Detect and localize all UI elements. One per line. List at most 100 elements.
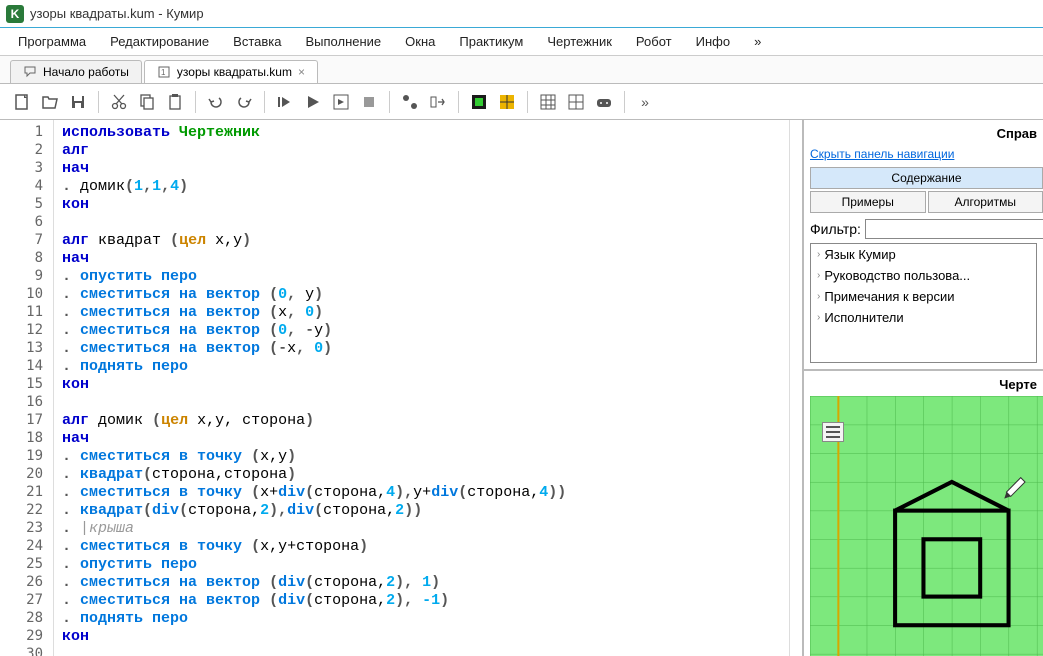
code-line[interactable]: . сместиться на вектор (-x, 0) xyxy=(62,340,789,358)
code-line[interactable]: нач xyxy=(62,430,789,448)
svg-text:1: 1 xyxy=(161,68,166,77)
code-line[interactable]: . сместиться на вектор (0, -y) xyxy=(62,322,789,340)
stop-button[interactable] xyxy=(357,90,381,114)
code-line[interactable] xyxy=(62,214,789,232)
code-line[interactable]: кон xyxy=(62,376,789,394)
line-number: 21 xyxy=(0,484,53,502)
code-line[interactable]: использовать Чертежник xyxy=(62,124,789,142)
menu-»[interactable]: » xyxy=(744,30,771,53)
code-line[interactable]: . |крыша xyxy=(62,520,789,538)
code-line[interactable]: алг xyxy=(62,142,789,160)
save-file-button[interactable] xyxy=(66,90,90,114)
code-line[interactable] xyxy=(62,394,789,412)
tree-item[interactable]: ›Примечания к версии xyxy=(811,286,1036,307)
code-line[interactable]: кон xyxy=(62,628,789,646)
run-step-button[interactable] xyxy=(273,90,297,114)
grid2-button[interactable] xyxy=(564,90,588,114)
menu-Вставка[interactable]: Вставка xyxy=(223,30,291,53)
code-line[interactable]: . опустить перо xyxy=(62,268,789,286)
undo-button[interactable] xyxy=(204,90,228,114)
run-to-button[interactable] xyxy=(329,90,353,114)
canvas-menu-button[interactable] xyxy=(822,422,844,442)
tab-label: узоры квадраты.kum xyxy=(177,65,292,79)
menu-Программа[interactable]: Программа xyxy=(8,30,96,53)
code-line[interactable]: . квадрат(div(сторона,2),div(сторона,2)) xyxy=(62,502,789,520)
code-line[interactable]: нач xyxy=(62,250,789,268)
debug-button[interactable] xyxy=(398,90,422,114)
tree-item[interactable]: › Исполнители xyxy=(811,307,1036,328)
target-button[interactable] xyxy=(495,90,519,114)
new-file-button[interactable] xyxy=(10,90,34,114)
code-line[interactable]: . поднять перо xyxy=(62,610,789,628)
tree-item[interactable]: › Руководство пользова... xyxy=(811,265,1036,286)
line-number: 15 xyxy=(0,376,53,394)
code-line[interactable]: . сместиться в точку (x,y+сторона) xyxy=(62,538,789,556)
help-tree[interactable]: ›Язык Кумир›Руководство пользова...›Прим… xyxy=(810,243,1037,363)
cut-button[interactable] xyxy=(107,90,131,114)
filter-input[interactable] xyxy=(865,219,1043,239)
code-editor[interactable]: использовать Чертежникалгнач. домик(1,1,… xyxy=(54,120,790,656)
open-file-button[interactable] xyxy=(38,90,62,114)
copy-button[interactable] xyxy=(135,90,159,114)
line-number: 27 xyxy=(0,592,53,610)
menu-Робот[interactable]: Робот xyxy=(626,30,682,53)
redo-button[interactable] xyxy=(232,90,256,114)
code-line[interactable]: алг квадрат (цел x,y) xyxy=(62,232,789,250)
menu-Окна[interactable]: Окна xyxy=(395,30,445,53)
code-line[interactable]: . домик(1,1,4) xyxy=(62,178,789,196)
hide-nav-link[interactable]: Скрыть панель навигации xyxy=(810,147,1043,161)
code-line[interactable]: . сместиться на вектор (0, y) xyxy=(62,286,789,304)
speech-icon xyxy=(23,65,37,79)
paste-button[interactable] xyxy=(163,90,187,114)
code-line[interactable]: кон xyxy=(62,196,789,214)
help-tab-algorithms[interactable]: Алгоритмы xyxy=(928,191,1043,213)
line-number: 20 xyxy=(0,466,53,484)
menu-Практикум[interactable]: Практикум xyxy=(449,30,533,53)
menu-Чертежник[interactable]: Чертежник xyxy=(537,30,622,53)
separator xyxy=(527,91,528,113)
chevron-right-icon: › xyxy=(817,312,820,323)
code-line[interactable]: . квадрат(сторона,сторона) xyxy=(62,466,789,484)
help-tab-examples[interactable]: Примеры xyxy=(810,191,926,213)
tree-item-label: Исполнители xyxy=(824,310,903,325)
menu-Редактирование[interactable]: Редактирование xyxy=(100,30,219,53)
run-button[interactable] xyxy=(301,90,325,114)
menu-Инфо[interactable]: Инфо xyxy=(686,30,740,53)
grid3-button[interactable] xyxy=(536,90,560,114)
code-line[interactable]: . сместиться на вектор (div(сторона,2), … xyxy=(62,574,789,592)
tab-Начало работы[interactable]: Начало работы xyxy=(10,60,142,83)
code-line[interactable]: . сместиться в точку (x,y) xyxy=(62,448,789,466)
separator xyxy=(195,91,196,113)
title-bar: K узоры квадраты.kum - Кумир xyxy=(0,0,1043,28)
separator xyxy=(624,91,625,113)
close-icon[interactable]: × xyxy=(298,65,305,79)
line-number: 24 xyxy=(0,538,53,556)
code-line[interactable]: . сместиться в точку (x+div(сторона,4),y… xyxy=(62,484,789,502)
filter-label: Фильтр: xyxy=(810,221,861,237)
separator xyxy=(264,91,265,113)
tree-item-label: Руководство пользова... xyxy=(824,268,970,283)
code-line[interactable]: нач xyxy=(62,160,789,178)
menu-Выполнение[interactable]: Выполнение xyxy=(295,30,391,53)
line-number: 19 xyxy=(0,448,53,466)
trace-button[interactable] xyxy=(426,90,450,114)
gamepad-button[interactable] xyxy=(592,90,616,114)
code-line[interactable]: . сместиться на вектор (x, 0) xyxy=(62,304,789,322)
code-line[interactable]: . опустить перо xyxy=(62,556,789,574)
tab-узоры квадраты.kum[interactable]: 1 узоры квадраты.kum × xyxy=(144,60,318,83)
grid-green-button[interactable] xyxy=(467,90,491,114)
tree-item[interactable]: ›Язык Кумир xyxy=(811,244,1036,265)
drawer-panel: Черте xyxy=(804,371,1043,656)
code-line[interactable]: . сместиться на вектор (div(сторона,2), … xyxy=(62,592,789,610)
tree-item-label: Примечания к версии xyxy=(824,289,954,304)
chevron-right-icon: › xyxy=(817,270,820,281)
more-button[interactable]: » xyxy=(633,90,657,114)
code-line[interactable]: . поднять перо xyxy=(62,358,789,376)
separator xyxy=(458,91,459,113)
code-line[interactable]: алг домик (цел x,y, сторона) xyxy=(62,412,789,430)
drawer-canvas[interactable] xyxy=(810,396,1043,656)
code-line[interactable] xyxy=(62,646,789,656)
line-number: 9 xyxy=(0,268,53,286)
help-tab-content[interactable]: Содержание xyxy=(810,167,1043,189)
line-number: 29 xyxy=(0,628,53,646)
